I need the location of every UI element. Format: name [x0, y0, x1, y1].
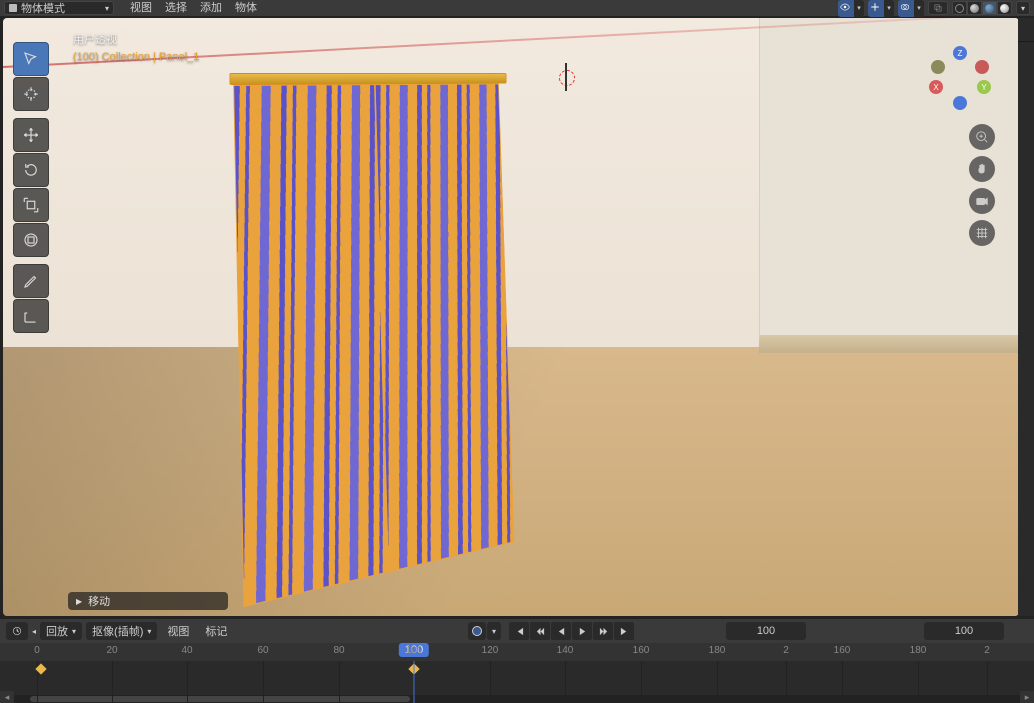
ruler-tick: 100: [406, 645, 423, 656]
ruler-tick: 120: [482, 645, 499, 656]
next-key-button[interactable]: [593, 622, 613, 640]
tool-measure[interactable]: [13, 299, 49, 333]
ruler-tick: 180: [709, 645, 726, 656]
timeline-menu-marker[interactable]: 标记: [199, 623, 233, 639]
shading-options[interactable]: ▾: [1016, 1, 1030, 15]
ruler-tick: 0: [34, 645, 40, 656]
scrollbar-thumb[interactable]: [30, 696, 410, 702]
current-frame-field[interactable]: 100: [726, 622, 806, 640]
3d-viewport[interactable]: 用户透视 (100) Collection | Panel_1 Z X Y ▶ …: [3, 18, 1019, 616]
shade-material[interactable]: [982, 1, 997, 15]
operator-panel[interactable]: ▶ 移动: [68, 592, 228, 610]
shade-solid[interactable]: [967, 1, 982, 15]
header-menus: 视图 选择 添加 物体: [124, 1, 263, 15]
toolbar: [13, 42, 49, 334]
ruler-tick: 2: [984, 645, 990, 656]
ruler-tick: 160: [633, 645, 650, 656]
shade-rendered[interactable]: [997, 1, 1012, 15]
ruler-tick: 40: [181, 645, 192, 656]
pan-icon[interactable]: [969, 156, 995, 182]
tool-rotate[interactable]: [13, 153, 49, 187]
tool-annotate[interactable]: [13, 264, 49, 298]
panel-left-half: [233, 84, 387, 607]
chevron-left-icon[interactable]: ◂: [32, 627, 36, 636]
play-reverse-button[interactable]: [551, 622, 571, 640]
menu-view[interactable]: 视图: [124, 1, 158, 15]
end-frame-field[interactable]: 100: [924, 622, 1004, 640]
auto-key-options[interactable]: ▾: [487, 622, 501, 640]
perspective-icon[interactable]: [969, 220, 995, 246]
ruler-tick: 160: [834, 645, 851, 656]
axis-neg-z-icon[interactable]: [953, 96, 967, 110]
ruler-tick: 60: [257, 645, 268, 656]
perspective-label: 用户透视: [73, 32, 199, 49]
zoom-icon[interactable]: [969, 124, 995, 150]
camera-icon[interactable]: [969, 188, 995, 214]
viewport-nav-buttons: [969, 124, 995, 246]
timeline-ruler[interactable]: 100 02040608010012014016018021601802: [0, 643, 1034, 661]
tool-transform[interactable]: [13, 223, 49, 257]
timeline-scrollbar[interactable]: [0, 695, 1034, 703]
visibility-toggle[interactable]: ▾: [838, 0, 864, 17]
axis-z-icon[interactable]: Z: [953, 46, 967, 60]
menu-object[interactable]: 物体: [229, 1, 263, 15]
mode-label: 物体模式: [21, 0, 65, 16]
menu-select[interactable]: 选择: [159, 1, 193, 15]
ruler-tick: 80: [333, 645, 344, 656]
rtab-1[interactable]: [1018, 18, 1034, 42]
tool-cursor[interactable]: [13, 77, 49, 111]
axis-neg-x-icon[interactable]: [975, 60, 989, 74]
axis-x-icon[interactable]: X: [929, 80, 943, 94]
xray-toggle[interactable]: [928, 1, 948, 15]
auto-key-toggle[interactable]: [468, 622, 486, 640]
shade-wireframe[interactable]: [952, 1, 967, 15]
selected-object-panel[interactable]: [233, 73, 514, 607]
axis-y-icon[interactable]: Y: [977, 80, 991, 94]
ruler-tick: 20: [106, 645, 117, 656]
menu-add[interactable]: 添加: [194, 1, 228, 15]
chevron-down-icon: ▾: [105, 4, 109, 13]
collection-path-label: (100) Collection | Panel_1: [73, 49, 199, 66]
panel-right-half: [374, 84, 514, 573]
tool-move[interactable]: [13, 118, 49, 152]
mode-select[interactable]: 物体模式 ▾: [4, 1, 114, 15]
right-tab-strip: [1018, 18, 1034, 616]
viewport-overlay-text: 用户透视 (100) Collection | Panel_1: [73, 32, 199, 66]
ruler-tick: 180: [910, 645, 927, 656]
editor-type-icon[interactable]: [6, 622, 28, 640]
axis-neg-y-icon[interactable]: [931, 60, 945, 74]
ruler-tick: 140: [557, 645, 574, 656]
object-mode-icon: [9, 4, 17, 12]
operator-label: 移动: [88, 593, 110, 609]
ruler-tick: 2: [783, 645, 789, 656]
playback-menu[interactable]: 回放▾: [40, 622, 82, 640]
tool-scale[interactable]: [13, 188, 49, 222]
transport-controls: ▾: [468, 622, 634, 640]
prev-key-button[interactable]: [530, 622, 550, 640]
overlay-toggle[interactable]: ▾: [898, 0, 924, 17]
jump-end-button[interactable]: [614, 622, 634, 640]
keying-menu[interactable]: 抠像(插帧)▾: [86, 622, 157, 640]
disclosure-icon: ▶: [76, 597, 82, 606]
scroll-left-icon[interactable]: ◂: [0, 691, 14, 703]
timeline-editor: ◂ 回放▾ 抠像(插帧)▾ 视图 标记 ▾ 100 100 100 0 20 40 6…: [0, 619, 1034, 703]
3d-cursor-icon: [552, 63, 580, 91]
timeline-track[interactable]: [0, 661, 1034, 703]
play-button[interactable]: [572, 622, 592, 640]
shading-modes: [952, 1, 1012, 15]
tool-select-box[interactable]: [13, 42, 49, 76]
header-right: ▾ ▾ ▾ ▾: [838, 0, 1030, 17]
viewport-header: 物体模式 ▾ 视图 选择 添加 物体 ▾ ▾ ▾ ▾: [0, 0, 1034, 16]
timeline-header: ◂ 回放▾ 抠像(插帧)▾ 视图 标记 ▾ 100 100: [0, 619, 1034, 643]
scroll-right-icon[interactable]: ▸: [1020, 691, 1034, 703]
orientation-gizmo[interactable]: Z X Y: [925, 40, 995, 110]
jump-start-button[interactable]: [509, 622, 529, 640]
timeline-menu-view[interactable]: 视图: [161, 623, 195, 639]
gizmo-toggle[interactable]: ▾: [868, 0, 894, 17]
